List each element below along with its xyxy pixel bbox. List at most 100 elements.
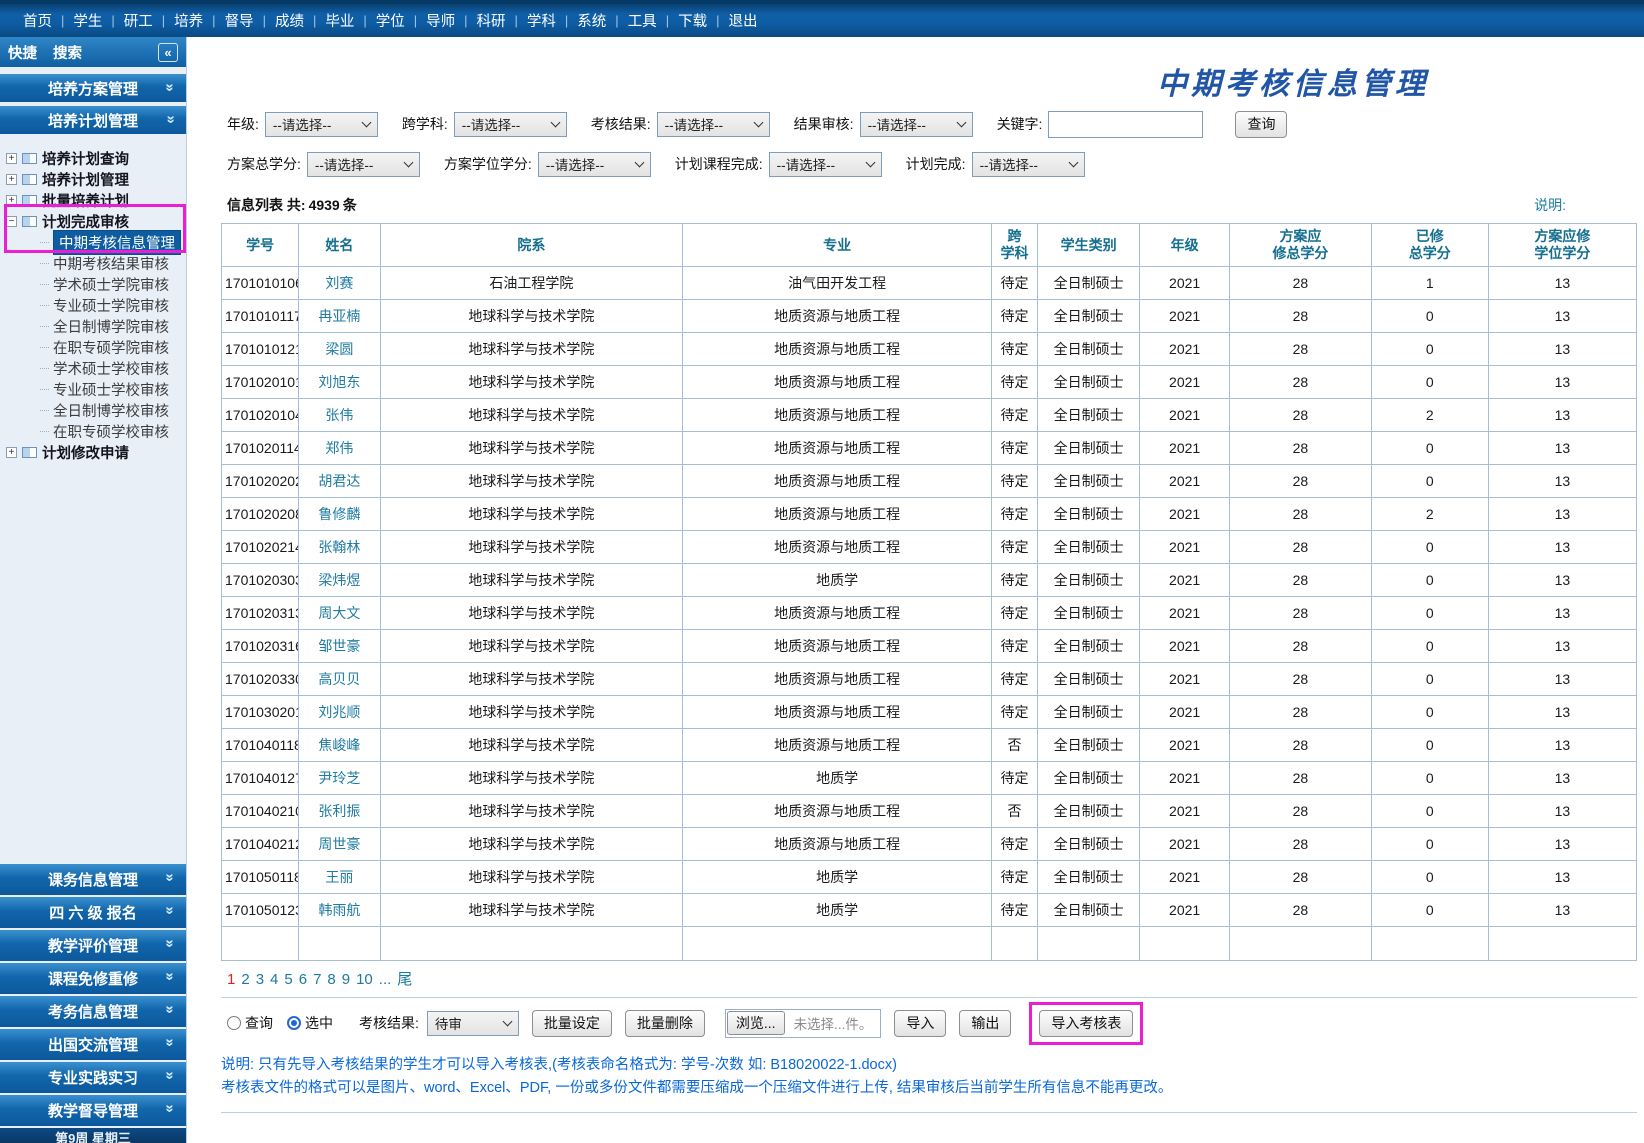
expand-box-icon[interactable]: + (6, 447, 17, 458)
nav-item-1[interactable]: 首页 (14, 10, 61, 31)
export-button[interactable]: 输出 (959, 1010, 1011, 1037)
file-input[interactable]: 浏览... 未选择...件。 (725, 1009, 881, 1038)
student-name-link[interactable]: 焦峻峰 (299, 729, 380, 762)
sidebar-accordion-bottom-8[interactable]: 教学督导管理» (0, 1095, 186, 1126)
radio-query[interactable]: 查询 (227, 1013, 273, 1033)
tree-leaf-在职专硕学校审核[interactable]: 在职专硕学校审核 (40, 421, 186, 442)
nav-item-9[interactable]: 导师 (417, 10, 464, 31)
tree-leaf-专业硕士学院审核[interactable]: 专业硕士学院审核 (40, 295, 186, 316)
sidebar-accordion-bottom-7[interactable]: 专业实践实习» (0, 1062, 186, 1093)
import-button[interactable]: 导入 (894, 1010, 946, 1037)
student-name-link[interactable]: 冉亚楠 (299, 300, 380, 333)
nav-item-4[interactable]: 培养 (165, 10, 212, 31)
tree-leaf-全日制博学校审核[interactable]: 全日制博学校审核 (40, 400, 186, 421)
tree-node-计划修改申请[interactable]: +计划修改申请 (6, 442, 186, 463)
student-name-link[interactable]: 韩雨航 (299, 894, 380, 927)
note-link[interactable]: 说明: (1534, 195, 1566, 215)
page-link-9[interactable]: 9 (342, 971, 350, 988)
page-link-8[interactable]: 8 (327, 971, 335, 988)
interdisciplinary-select[interactable]: --请选择-- (454, 112, 567, 137)
student-name-link[interactable]: 梁炜煜 (299, 564, 380, 597)
student-name-link[interactable]: 胡君达 (299, 465, 380, 498)
expand-box-icon[interactable]: + (6, 195, 17, 206)
browse-button[interactable]: 浏览... (727, 1011, 785, 1035)
student-name-link[interactable]: 鲁修麟 (299, 498, 380, 531)
required-credits-cell: 28 (1229, 498, 1371, 531)
student-name-link[interactable]: 周大文 (299, 597, 380, 630)
search-button[interactable]: 查询 (1235, 111, 1287, 138)
search-link[interactable]: 搜索 (53, 42, 82, 63)
import-assessment-form-button[interactable]: 导入考核表 (1039, 1010, 1133, 1037)
page-link-3[interactable]: 3 (256, 971, 264, 988)
student-name-link[interactable]: 郑伟 (299, 432, 380, 465)
tree-leaf-学术硕士学校审核[interactable]: 学术硕士学校审核 (40, 358, 186, 379)
tree-node-培养计划管理[interactable]: +培养计划管理 (6, 169, 186, 190)
nav-item-15[interactable]: 退出 (719, 10, 766, 31)
sidebar-accordion-bottom-1[interactable]: 课务信息管理» (0, 864, 186, 895)
student-name-link[interactable]: 梁圆 (299, 333, 380, 366)
tree-node-批量培养计划[interactable]: +批量培养计划 (6, 190, 186, 211)
degree-credits-select[interactable]: --请选择-- (538, 152, 651, 177)
expand-box-icon[interactable]: + (6, 174, 17, 185)
nav-item-5[interactable]: 督导 (216, 10, 263, 31)
result-select[interactable]: 待审 (427, 1011, 519, 1036)
grade-select[interactable]: --请选择-- (265, 112, 378, 137)
student-name-link[interactable]: 刘赛 (299, 267, 380, 300)
tree-leaf-在职专硕学院审核[interactable]: 在职专硕学院审核 (40, 337, 186, 358)
student-name-link[interactable]: 刘旭东 (299, 366, 380, 399)
student-name-link[interactable]: 刘兆顺 (299, 696, 380, 729)
sidebar-accordion-bottom-4[interactable]: 课程免修重修» (0, 963, 186, 994)
student-name-link[interactable]: 张利振 (299, 795, 380, 828)
sidebar-collapse-button[interactable]: « (158, 43, 178, 62)
student-name-link[interactable]: 高贝贝 (299, 663, 380, 696)
plan-complete-select[interactable]: --请选择-- (972, 152, 1085, 177)
nav-item-14[interactable]: 下载 (669, 10, 716, 31)
nav-item-2[interactable]: 学生 (64, 10, 111, 31)
student-name-link[interactable]: 张伟 (299, 399, 380, 432)
batch-delete-button[interactable]: 批量删除 (625, 1010, 705, 1037)
tree-leaf-中期考核信息管理[interactable]: 中期考核信息管理 (40, 232, 186, 253)
nav-item-10[interactable]: 科研 (468, 10, 515, 31)
page-link-10[interactable]: 10 (356, 971, 373, 988)
collapse-box-icon[interactable]: − (6, 216, 17, 227)
page-link-4[interactable]: 4 (270, 971, 278, 988)
tree-node-计划完成审核[interactable]: −计划完成审核 (6, 211, 186, 232)
result-review-select[interactable]: --请选择-- (860, 112, 973, 137)
sidebar-accordion-1[interactable]: 培养方案管理» (0, 74, 186, 102)
assessment-result-select[interactable]: --请选择-- (657, 112, 770, 137)
student-name-link[interactable]: 王丽 (299, 861, 380, 894)
batch-set-button[interactable]: 批量设定 (532, 1010, 612, 1037)
nav-item-8[interactable]: 学位 (367, 10, 414, 31)
sidebar-accordion-2[interactable]: 培养计划管理« (0, 106, 186, 134)
sidebar-accordion-bottom-3[interactable]: 教学评价管理» (0, 930, 186, 961)
radio-selected[interactable]: 选中 (287, 1013, 333, 1033)
page-last-link[interactable]: 尾 (397, 971, 412, 988)
tree-leaf-全日制博学院审核[interactable]: 全日制博学院审核 (40, 316, 186, 337)
quick-link[interactable]: 快捷 (8, 42, 37, 63)
page-link-5[interactable]: 5 (284, 971, 292, 988)
nav-item-6[interactable]: 成绩 (266, 10, 313, 31)
student-name-link[interactable]: 周世豪 (299, 828, 380, 861)
total-credits-select[interactable]: --请选择-- (307, 152, 420, 177)
sidebar-accordion-bottom-6[interactable]: 出国交流管理» (0, 1029, 186, 1060)
nav-item-12[interactable]: 系统 (568, 10, 615, 31)
student-name-link[interactable]: 尹玲芝 (299, 762, 380, 795)
student-name-link[interactable]: 张翰林 (299, 531, 380, 564)
nav-item-13[interactable]: 工具 (619, 10, 666, 31)
page-link-6[interactable]: 6 (299, 971, 307, 988)
plan-course-complete-select[interactable]: --请选择-- (769, 152, 882, 177)
nav-item-11[interactable]: 学科 (518, 10, 565, 31)
nav-item-7[interactable]: 毕业 (316, 10, 363, 31)
expand-box-icon[interactable]: + (6, 153, 17, 164)
student-name-link[interactable]: 邹世豪 (299, 630, 380, 663)
tree-node-培养计划查询[interactable]: +培养计划查询 (6, 148, 186, 169)
tree-leaf-专业硕士学校审核[interactable]: 专业硕士学校审核 (40, 379, 186, 400)
keyword-input[interactable] (1048, 111, 1203, 138)
tree-leaf-中期考核结果审核[interactable]: 中期考核结果审核 (40, 253, 186, 274)
tree-leaf-学术硕士学院审核[interactable]: 学术硕士学院审核 (40, 274, 186, 295)
nav-item-3[interactable]: 研工 (115, 10, 162, 31)
page-link-2[interactable]: 2 (241, 971, 249, 988)
sidebar-accordion-bottom-5[interactable]: 考务信息管理» (0, 996, 186, 1027)
page-link-7[interactable]: 7 (313, 971, 321, 988)
sidebar-accordion-bottom-2[interactable]: 四 六 级 报名» (0, 897, 186, 928)
